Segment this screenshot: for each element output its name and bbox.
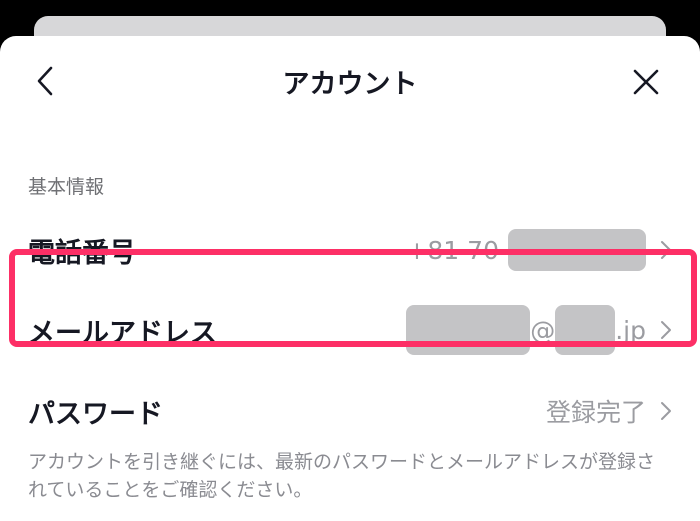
email-value: @ .jp xyxy=(406,305,678,355)
back-button[interactable] xyxy=(28,64,62,98)
close-button[interactable] xyxy=(628,64,664,100)
page-title: アカウント xyxy=(282,69,418,100)
phone-value: +81 70- xyxy=(406,229,678,271)
email-domain-redaction xyxy=(555,305,616,355)
account-transfer-note: アカウントを引き継ぐには、最新のパスワードとメールアドレスが登録されていることを… xyxy=(28,451,656,501)
chevron-left-icon xyxy=(37,66,53,96)
password-row[interactable]: パスワード 登録完了 xyxy=(28,384,678,438)
email-at: @ xyxy=(530,315,556,345)
phone-label: 電話番号 xyxy=(28,237,136,269)
password-status: 登録完了 xyxy=(545,398,646,427)
chevron-right-icon xyxy=(660,400,674,422)
email-row[interactable]: メールアドレス @ .jp xyxy=(28,300,678,360)
close-icon xyxy=(633,69,659,95)
phone-row[interactable]: 電話番号 +81 70- xyxy=(28,220,678,280)
chevron-right-icon xyxy=(660,239,674,261)
account-sheet: アカウント 基本情報 電話番号 +81 70- メールアドレス @ .jp パス… xyxy=(0,36,700,521)
password-value: 登録完了 xyxy=(546,393,678,429)
chevron-right-icon xyxy=(660,319,674,341)
email-user-redaction xyxy=(406,305,531,355)
phone-redaction xyxy=(508,229,646,271)
email-suffix: .jp xyxy=(615,315,646,345)
phone-prefix: +81 70- xyxy=(406,235,508,265)
section-header: 基本情報 xyxy=(28,176,105,198)
email-label: メールアドレス xyxy=(28,317,217,349)
password-label: パスワード xyxy=(28,398,163,430)
